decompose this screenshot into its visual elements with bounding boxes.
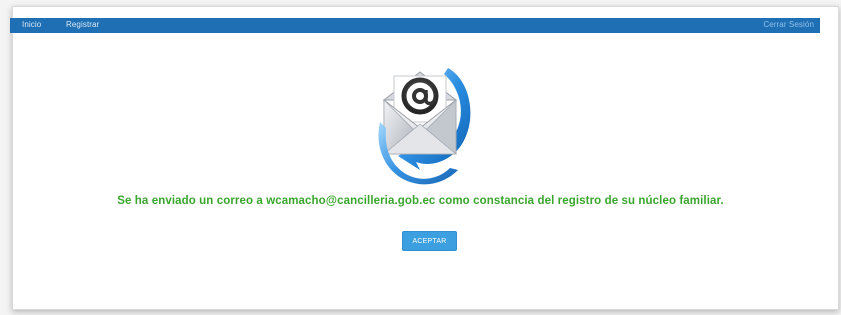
email-at-icon (370, 58, 475, 188)
nav-item-registrar[interactable]: Registrar (66, 18, 99, 31)
top-navbar: Inicio Registrar Cerrar Sesión (10, 18, 820, 33)
accept-button[interactable]: ACEPTAR (402, 231, 457, 251)
logout-link[interactable]: Cerrar Sesión (763, 18, 814, 31)
nav-item-inicio[interactable]: Inicio (22, 18, 41, 31)
confirmation-message: Se ha enviado un correo a wcamacho@canci… (117, 195, 724, 207)
